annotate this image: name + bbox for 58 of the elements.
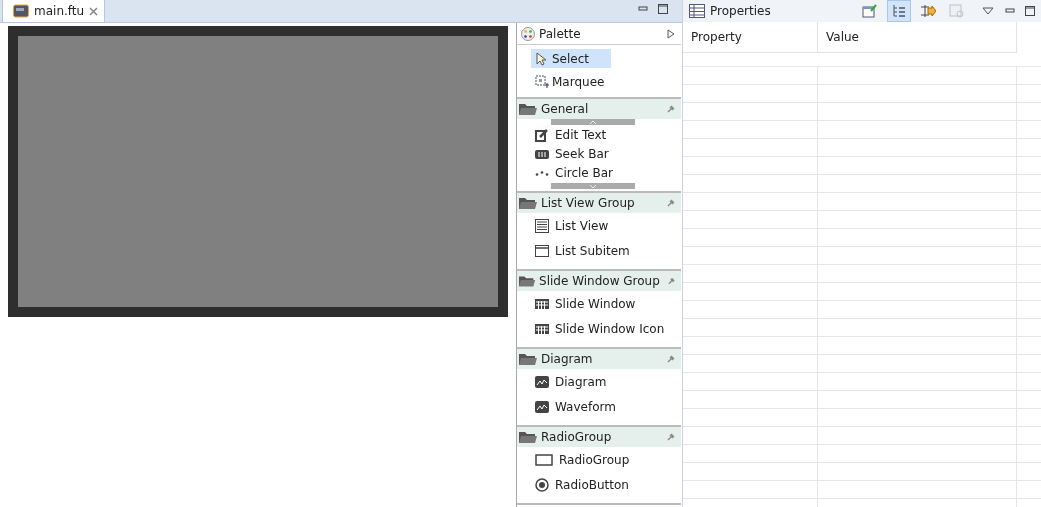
minimize-icon[interactable] (638, 4, 648, 14)
chevron-up-icon (589, 119, 597, 125)
view-menu-icon[interactable] (982, 7, 994, 15)
column-header: Property (683, 22, 818, 53)
editor-tab[interactable]: main.ftu (2, 0, 106, 22)
drawer-header[interactable]: RadioGroup (517, 427, 681, 447)
marquee-icon (535, 74, 549, 89)
palette-item[interactable]: List Subitem (535, 241, 681, 261)
list-icon (535, 219, 549, 233)
palette-item[interactable]: RadioGroup (535, 450, 681, 470)
palette-item[interactable]: Waveform (535, 397, 681, 417)
seek-bar-icon (535, 147, 549, 161)
view-title: Properties (710, 4, 771, 18)
minimize-icon[interactable] (1005, 6, 1015, 16)
folder-icon (519, 103, 537, 115)
drawer-header[interactable]: Slide Window Group (517, 271, 681, 291)
file-icon (13, 4, 29, 18)
palette-item[interactable]: Seek Bar (535, 145, 681, 163)
rectangle-icon (535, 454, 553, 466)
palette-tool[interactable]: Select (531, 49, 611, 68)
maximize-icon[interactable] (658, 4, 668, 14)
dots-icon (535, 170, 549, 176)
column-header: Value (818, 22, 1017, 53)
edit-icon (535, 128, 549, 142)
table-icon (689, 4, 705, 18)
arrows-icon (920, 3, 936, 19)
palette-item[interactable]: List View (535, 216, 681, 236)
tree-icon (891, 3, 907, 19)
palette-title: Palette (539, 26, 581, 41)
screen-canvas[interactable] (8, 26, 508, 317)
grid-icon (535, 297, 549, 311)
restore-icon (949, 3, 965, 19)
palette-item[interactable]: Diagram (535, 372, 681, 392)
palette-icon (521, 26, 535, 41)
palette-item[interactable]: Circle Bar (535, 164, 681, 182)
palette-item[interactable]: Slide Window Icon (535, 319, 681, 339)
folder-icon (519, 275, 536, 287)
waveform-icon (535, 375, 549, 389)
toolbar-button[interactable] (887, 0, 911, 22)
palette-item[interactable]: Edit Text (535, 126, 681, 144)
maximize-icon[interactable] (1025, 6, 1035, 16)
palette-item[interactable]: RadioButton (535, 475, 681, 495)
folder-icon (519, 197, 537, 209)
collapse-icon[interactable] (667, 28, 675, 39)
palette-tool[interactable]: Marquee (531, 72, 611, 91)
close-icon[interactable] (89, 6, 99, 16)
palette-item[interactable]: Slide Window (535, 294, 681, 314)
folder-icon (519, 353, 537, 365)
folder-icon (519, 431, 537, 443)
window-icon (535, 244, 549, 258)
drawer-header[interactable]: List View Group (517, 193, 681, 213)
pointer-icon (535, 51, 549, 66)
waveform-icon (535, 400, 549, 414)
drawer-header[interactable]: Diagram (517, 349, 681, 369)
drawer-header[interactable]: General (517, 99, 681, 119)
grid-icon (535, 322, 549, 336)
chevron-down-icon (589, 183, 597, 189)
radio-icon (535, 478, 549, 492)
